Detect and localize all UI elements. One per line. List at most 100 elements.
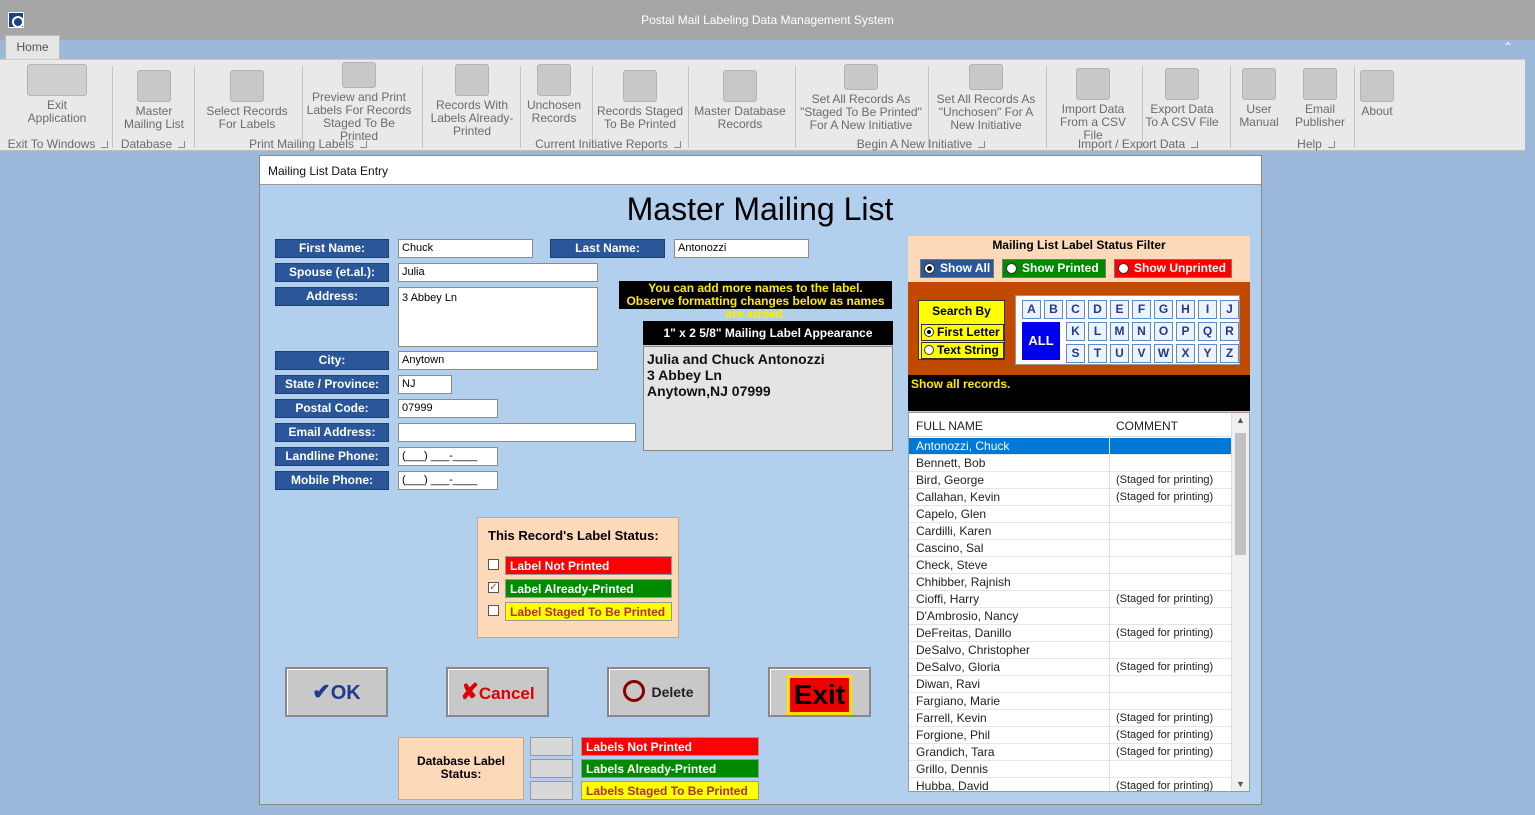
letter-button-d[interactable]: D bbox=[1088, 300, 1107, 319]
about-button[interactable]: About bbox=[1356, 70, 1398, 118]
launcher-icon[interactable] bbox=[673, 141, 681, 148]
set-all-unchosen-button[interactable]: Set All Records As "Unchosen" For A New … bbox=[932, 64, 1040, 132]
state-input[interactable]: NJ bbox=[398, 375, 452, 394]
letter-button-z[interactable]: Z bbox=[1220, 344, 1239, 363]
list-item[interactable]: DeSalvo, Christopher bbox=[909, 642, 1231, 659]
list-item[interactable]: Cardilli, Karen bbox=[909, 523, 1231, 540]
letter-button-n[interactable]: N bbox=[1132, 322, 1151, 341]
import-csv-button[interactable]: Import Data From a CSV File bbox=[1052, 68, 1134, 142]
letter-button-i[interactable]: I bbox=[1198, 300, 1217, 319]
user-manual-button[interactable]: User Manual bbox=[1234, 68, 1284, 129]
letter-button-b[interactable]: B bbox=[1044, 300, 1063, 319]
master-mailing-list-button[interactable]: Master Mailing List bbox=[118, 70, 190, 131]
all-letters-button[interactable]: ALL bbox=[1022, 322, 1060, 360]
select-records-button[interactable]: Select Records For Labels bbox=[204, 70, 290, 131]
letter-button-k[interactable]: K bbox=[1066, 322, 1085, 341]
records-already-printed-button[interactable]: Records With Labels Already-Printed bbox=[428, 64, 516, 138]
landline-phone-input[interactable]: (___) ___-____ bbox=[398, 447, 498, 466]
list-item[interactable]: Capelo, Glen bbox=[909, 506, 1231, 523]
letter-button-q[interactable]: Q bbox=[1198, 322, 1217, 341]
letter-button-m[interactable]: M bbox=[1110, 322, 1129, 341]
column-comment[interactable]: COMMENT bbox=[1116, 419, 1178, 433]
letter-button-g[interactable]: G bbox=[1154, 300, 1173, 319]
letter-button-f[interactable]: F bbox=[1132, 300, 1151, 319]
list-item[interactable]: Cascino, Sal bbox=[909, 540, 1231, 557]
list-item[interactable]: Fargiano, Marie bbox=[909, 693, 1231, 710]
postal-code-input[interactable]: 07999 bbox=[398, 399, 498, 418]
list-item[interactable]: Antonozzi, Chuck bbox=[909, 438, 1231, 455]
launcher-icon[interactable] bbox=[359, 141, 367, 148]
launcher-icon[interactable] bbox=[178, 141, 186, 148]
text-string-radio[interactable]: Text String bbox=[921, 342, 1004, 359]
set-all-staged-button[interactable]: Set All Records As "Staged To Be Printed… bbox=[800, 64, 922, 132]
list-scrollbar[interactable]: ▲ ▼ bbox=[1231, 413, 1249, 791]
letter-button-s[interactable]: S bbox=[1066, 344, 1085, 363]
letter-button-c[interactable]: C bbox=[1066, 300, 1085, 319]
letter-button-e[interactable]: E bbox=[1110, 300, 1129, 319]
letter-button-r[interactable]: R bbox=[1220, 322, 1239, 341]
show-printed-radio[interactable]: Show Printed bbox=[1002, 259, 1106, 278]
letter-button-y[interactable]: Y bbox=[1198, 344, 1217, 363]
printed-checkbox[interactable]: ✓ bbox=[488, 582, 499, 593]
tab-home[interactable]: Home bbox=[5, 35, 60, 60]
letter-button-v[interactable]: V bbox=[1132, 344, 1151, 363]
first-name-input[interactable]: Chuck bbox=[398, 239, 533, 258]
email-publisher-button[interactable]: Email Publisher bbox=[1290, 68, 1350, 129]
launcher-icon[interactable] bbox=[1191, 141, 1199, 148]
list-item[interactable]: Cioffi, Harry (Staged for printing) bbox=[909, 591, 1231, 608]
last-name-input[interactable]: Antonozzi bbox=[674, 239, 809, 258]
first-letter-radio[interactable]: First Letter bbox=[921, 324, 1004, 341]
mobile-phone-input[interactable]: (___) ___-____ bbox=[398, 471, 498, 490]
list-item[interactable]: Grandich, Tara (Staged for printing) bbox=[909, 744, 1231, 761]
letter-button-u[interactable]: U bbox=[1110, 344, 1129, 363]
preview-print-labels-button[interactable]: Preview and Print Labels For Records Sta… bbox=[306, 62, 412, 143]
exit-button[interactable]: Exit bbox=[768, 667, 871, 717]
not-printed-checkbox[interactable] bbox=[488, 559, 499, 570]
list-item[interactable]: Grillo, Dennis bbox=[909, 761, 1231, 778]
letter-button-j[interactable]: J bbox=[1220, 300, 1239, 319]
list-item[interactable]: Diwan, Ravi bbox=[909, 676, 1231, 693]
cancel-button[interactable]: ✘Cancel bbox=[446, 667, 549, 717]
list-item[interactable]: D'Ambrosio, Nancy bbox=[909, 608, 1231, 625]
list-item[interactable]: Hubba, David (Staged for printing) bbox=[909, 778, 1231, 791]
letter-button-l[interactable]: L bbox=[1088, 322, 1107, 341]
launcher-icon[interactable] bbox=[978, 141, 986, 148]
address-textarea[interactable]: 3 Abbey Ln bbox=[398, 287, 598, 347]
launcher-icon[interactable] bbox=[1327, 141, 1335, 148]
master-database-records-button[interactable]: Master Database Records bbox=[692, 70, 788, 131]
records-staged-button[interactable]: Records Staged To Be Printed bbox=[596, 70, 684, 131]
city-input[interactable]: Anytown bbox=[398, 351, 598, 370]
launcher-icon[interactable] bbox=[101, 141, 109, 148]
letter-button-x[interactable]: X bbox=[1176, 344, 1195, 363]
show-unprinted-radio[interactable]: Show Unprinted bbox=[1114, 259, 1232, 278]
list-item[interactable]: Check, Steve bbox=[909, 557, 1231, 574]
list-item[interactable]: Callahan, Kevin (Staged for printing) bbox=[909, 489, 1231, 506]
delete-button[interactable]: Delete bbox=[607, 667, 710, 717]
show-all-radio[interactable]: Show All bbox=[920, 259, 994, 278]
scroll-up-icon[interactable]: ▲ bbox=[1236, 415, 1245, 425]
email-input[interactable] bbox=[398, 423, 636, 442]
records-list[interactable]: FULL NAME COMMENT ▲ ▼ Antonozzi, Chuck Be… bbox=[908, 412, 1250, 792]
list-item[interactable]: Chhibber, Rajnish bbox=[909, 574, 1231, 591]
list-item[interactable]: Farrell, Kevin (Staged for printing) bbox=[909, 710, 1231, 727]
scroll-down-icon[interactable]: ▼ bbox=[1236, 779, 1245, 789]
export-csv-button[interactable]: Export Data To A CSV File bbox=[1144, 68, 1220, 129]
spouse-input[interactable]: Julia bbox=[398, 263, 598, 282]
staged-checkbox[interactable] bbox=[488, 605, 499, 616]
letter-button-w[interactable]: W bbox=[1154, 344, 1173, 363]
list-item[interactable]: DeFreitas, Danillo (Staged for printing) bbox=[909, 625, 1231, 642]
ok-button[interactable]: ✔OK bbox=[285, 667, 388, 717]
column-full-name[interactable]: FULL NAME bbox=[916, 419, 983, 433]
letter-button-p[interactable]: P bbox=[1176, 322, 1195, 341]
scroll-thumb[interactable] bbox=[1235, 433, 1246, 555]
exit-application-button[interactable]: Exit Application bbox=[22, 64, 92, 125]
letter-button-o[interactable]: O bbox=[1154, 322, 1173, 341]
letter-button-h[interactable]: H bbox=[1176, 300, 1195, 319]
letter-button-t[interactable]: T bbox=[1088, 344, 1107, 363]
unchosen-records-button[interactable]: Unchosen Records bbox=[522, 64, 586, 125]
list-item[interactable]: Bennett, Bob bbox=[909, 455, 1231, 472]
collapse-ribbon-icon[interactable]: ⌃ bbox=[1503, 40, 1513, 54]
list-item[interactable]: Forgione, Phil (Staged for printing) bbox=[909, 727, 1231, 744]
letter-button-a[interactable]: A bbox=[1022, 300, 1041, 319]
list-item[interactable]: DeSalvo, Gloria (Staged for printing) bbox=[909, 659, 1231, 676]
